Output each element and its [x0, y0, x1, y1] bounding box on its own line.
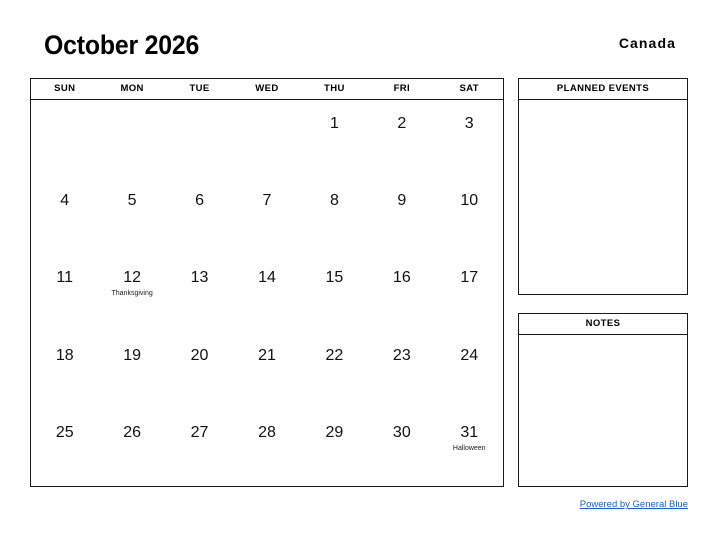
calendar-page: October 2026 Canada SUN MON TUE WED THU …	[0, 0, 712, 550]
day-number: 20	[190, 346, 209, 364]
day-number: 29	[325, 423, 344, 441]
weekday-header-sun: SUN	[54, 83, 76, 94]
day-cell[interactable]: 17	[436, 254, 503, 331]
day-cell[interactable]: 5	[98, 177, 165, 254]
weekday-header-mon: MON	[120, 83, 144, 94]
day-cell[interactable]: 1	[301, 100, 368, 177]
day-number: 24	[460, 346, 479, 364]
day-cell[interactable]: 20	[166, 332, 233, 409]
day-number: 19	[123, 346, 142, 364]
day-cell[interactable]: 2	[368, 100, 435, 177]
day-cell[interactable]: 13	[166, 254, 233, 331]
day-cell[interactable]: 10	[436, 177, 503, 254]
calendar-grid: SUN MON TUE WED THU FRI SAT 1 2 3 4 5 6 …	[30, 78, 504, 487]
day-cell[interactable]: 29	[301, 409, 368, 486]
day-cell[interactable]: 27	[166, 409, 233, 486]
day-number: 4	[60, 192, 70, 210]
day-cell[interactable]	[31, 100, 98, 177]
weekday-header-tue: TUE	[189, 83, 210, 94]
day-cell[interactable]: 31 Halloween	[436, 409, 503, 486]
day-number: 28	[258, 423, 276, 441]
day-number: 27	[190, 423, 209, 441]
day-cell[interactable]: 26	[98, 409, 165, 486]
day-number: 1	[329, 115, 339, 132]
day-number: 30	[392, 423, 411, 441]
week-row: 18 19 20 21 22 23 24	[31, 332, 503, 409]
planned-events-title: PLANNED EVENTS	[519, 79, 687, 100]
notes-title: NOTES	[519, 314, 687, 335]
day-number: 8	[329, 192, 339, 210]
day-event-label: Halloween	[452, 444, 486, 452]
day-cell[interactable]: 11	[31, 254, 98, 331]
day-number: 15	[325, 269, 344, 287]
week-row: 4 5 6 7 8 9 10	[31, 177, 503, 254]
day-cell[interactable]: 3	[436, 100, 503, 177]
notes-panel: NOTES	[518, 313, 688, 487]
day-cell[interactable]: 22	[301, 332, 368, 409]
day-cell[interactable]: 25	[31, 409, 98, 486]
day-cell[interactable]: 30	[368, 409, 435, 486]
day-number: 13	[190, 269, 209, 287]
day-number: 22	[325, 346, 344, 364]
calendar-weeks: 1 2 3 4 5 6 7 8 9 10 11 12 Thanksgiving …	[31, 100, 503, 486]
country-label: Canada	[618, 35, 676, 51]
day-number: 2	[397, 115, 407, 132]
week-row: 11 12 Thanksgiving 13 14 15 16 17	[31, 254, 503, 331]
day-cell[interactable]: 21	[233, 332, 300, 409]
day-number: 23	[392, 346, 411, 364]
day-number: 3	[464, 115, 474, 132]
day-number: 26	[123, 423, 142, 441]
day-cell[interactable]	[233, 100, 300, 177]
day-number: 9	[397, 192, 407, 210]
day-number: 10	[460, 192, 479, 210]
day-cell[interactable]: 23	[368, 332, 435, 409]
day-number: 12	[123, 269, 142, 287]
week-row: 25 26 27 28 29 30 31 Halloween	[31, 409, 503, 486]
page-footer: Powered by General Blue	[438, 494, 688, 512]
day-cell[interactable]: 16	[368, 254, 435, 331]
day-cell[interactable]: 4	[31, 177, 98, 254]
day-event-label: Thanksgiving	[111, 290, 153, 298]
day-number: 16	[392, 269, 411, 287]
notes-body[interactable]	[519, 335, 687, 486]
day-cell[interactable]: 12 Thanksgiving	[98, 254, 165, 331]
day-number: 25	[55, 423, 74, 441]
day-number: 11	[56, 269, 74, 287]
planned-events-body[interactable]	[519, 100, 687, 294]
weekday-header-row: SUN MON TUE WED THU FRI SAT	[31, 79, 503, 100]
day-cell[interactable]: 14	[233, 254, 300, 331]
day-cell[interactable]: 19	[98, 332, 165, 409]
day-number: 5	[127, 192, 137, 210]
day-cell[interactable]: 7	[233, 177, 300, 254]
planned-events-panel: PLANNED EVENTS	[518, 78, 688, 295]
day-cell[interactable]	[98, 100, 165, 177]
day-cell[interactable]: 24	[436, 332, 503, 409]
day-cell[interactable]: 18	[31, 332, 98, 409]
day-number: 14	[258, 269, 276, 287]
day-cell[interactable]	[166, 100, 233, 177]
weekday-header-fri: FRI	[393, 83, 411, 94]
weekday-header-thu: THU	[324, 83, 345, 94]
day-cell[interactable]: 28	[233, 409, 300, 486]
week-row: 1 2 3	[31, 100, 503, 177]
day-number: 21	[258, 346, 276, 364]
day-cell[interactable]: 9	[368, 177, 435, 254]
day-cell[interactable]: 15	[301, 254, 368, 331]
day-number: 18	[55, 346, 74, 364]
weekday-header-sat: SAT	[459, 83, 479, 94]
page-title: October 2026	[44, 30, 200, 60]
day-number: 6	[195, 192, 204, 210]
powered-by-link[interactable]: Powered by General Blue	[580, 499, 688, 510]
weekday-header-wed: WED	[255, 83, 279, 94]
day-cell[interactable]: 8	[301, 177, 368, 254]
day-number: 17	[460, 269, 479, 287]
day-cell[interactable]: 6	[166, 177, 233, 254]
day-number: 31	[460, 423, 479, 441]
page-header: October 2026 Canada	[30, 28, 682, 70]
day-number: 7	[262, 192, 272, 210]
